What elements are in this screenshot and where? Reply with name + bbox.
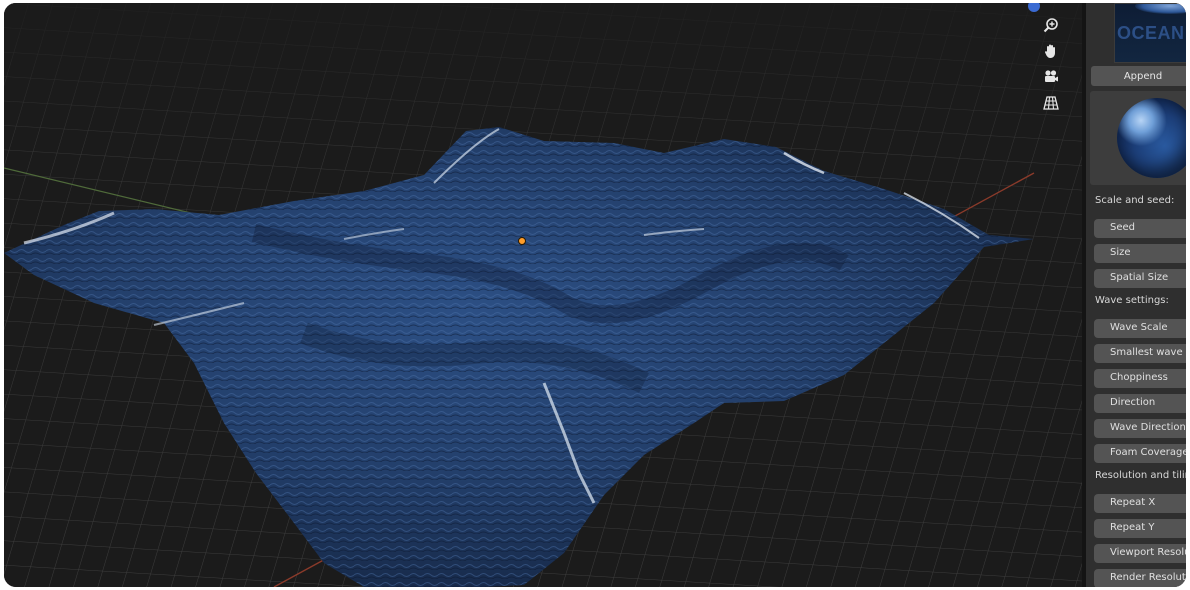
wave-settings-heading: Wave settings: bbox=[1095, 295, 1169, 306]
viewport-resolution-field[interactable]: Viewport Resolution bbox=[1094, 544, 1186, 563]
material-preview[interactable] bbox=[1090, 91, 1186, 185]
repeat-x-label: Repeat X bbox=[1110, 497, 1156, 508]
choppiness-field[interactable]: Choppiness bbox=[1094, 369, 1186, 388]
zoom-icon[interactable] bbox=[1038, 13, 1064, 37]
resolution-tiling-heading: Resolution and tiling bbox=[1095, 470, 1186, 481]
object-origin-dot[interactable] bbox=[518, 237, 526, 245]
render-resolution-field[interactable]: Render Resolution bbox=[1094, 569, 1186, 587]
hand-pan-icon[interactable] bbox=[1038, 39, 1064, 63]
scale-seed-heading: Scale and seed: bbox=[1095, 195, 1175, 206]
size-field[interactable]: Size bbox=[1094, 244, 1186, 263]
wave-scale-field[interactable]: Wave Scale 3 bbox=[1094, 319, 1186, 338]
append-button[interactable]: Append bbox=[1091, 66, 1186, 86]
repeat-x-field[interactable]: Repeat X bbox=[1094, 494, 1186, 513]
thumbnail-title: OCEAN bbox=[1117, 23, 1185, 43]
properties-panel: OCEAN Append Scale and seed: Seed Size S… bbox=[1086, 3, 1186, 587]
size-label: Size bbox=[1110, 247, 1131, 258]
wave-scale-label: Wave Scale bbox=[1110, 322, 1168, 333]
foam-coverage-field[interactable]: Foam Coverage 0 bbox=[1094, 444, 1186, 463]
smallest-wave-field[interactable]: Smallest wave bbox=[1094, 344, 1186, 363]
seed-field[interactable]: Seed bbox=[1094, 219, 1186, 238]
smallest-wave-label: Smallest wave bbox=[1110, 347, 1183, 358]
3d-viewport[interactable] bbox=[4, 3, 1082, 587]
viewport-scene bbox=[4, 3, 1082, 587]
wave-direction-field[interactable]: Wave Direction bbox=[1094, 419, 1186, 438]
viewport-resolution-label: Viewport Resolution bbox=[1110, 547, 1186, 558]
direction-label: Direction bbox=[1110, 397, 1156, 408]
repeat-y-label: Repeat Y bbox=[1110, 522, 1155, 533]
spatial-size-field[interactable]: Spatial Size bbox=[1094, 269, 1186, 288]
ocean-asset-thumbnail[interactable]: OCEAN bbox=[1114, 3, 1186, 63]
repeat-y-field[interactable]: Repeat Y bbox=[1094, 519, 1186, 538]
viewport-navigation bbox=[1038, 13, 1064, 117]
choppiness-label: Choppiness bbox=[1110, 372, 1168, 383]
foam-coverage-label: Foam Coverage bbox=[1110, 447, 1186, 458]
direction-field[interactable]: Direction 0 bbox=[1094, 394, 1186, 413]
seed-label: Seed bbox=[1110, 222, 1135, 233]
material-preview-sphere bbox=[1117, 98, 1186, 178]
camera-icon[interactable] bbox=[1038, 65, 1064, 89]
render-resolution-label: Render Resolution bbox=[1110, 572, 1186, 583]
grid-perspective-icon[interactable] bbox=[1038, 91, 1064, 115]
app-window: OCEAN Append Scale and seed: Seed Size S… bbox=[4, 3, 1186, 587]
spatial-size-label: Spatial Size bbox=[1110, 272, 1169, 283]
wave-direction-label: Wave Direction bbox=[1110, 422, 1186, 433]
